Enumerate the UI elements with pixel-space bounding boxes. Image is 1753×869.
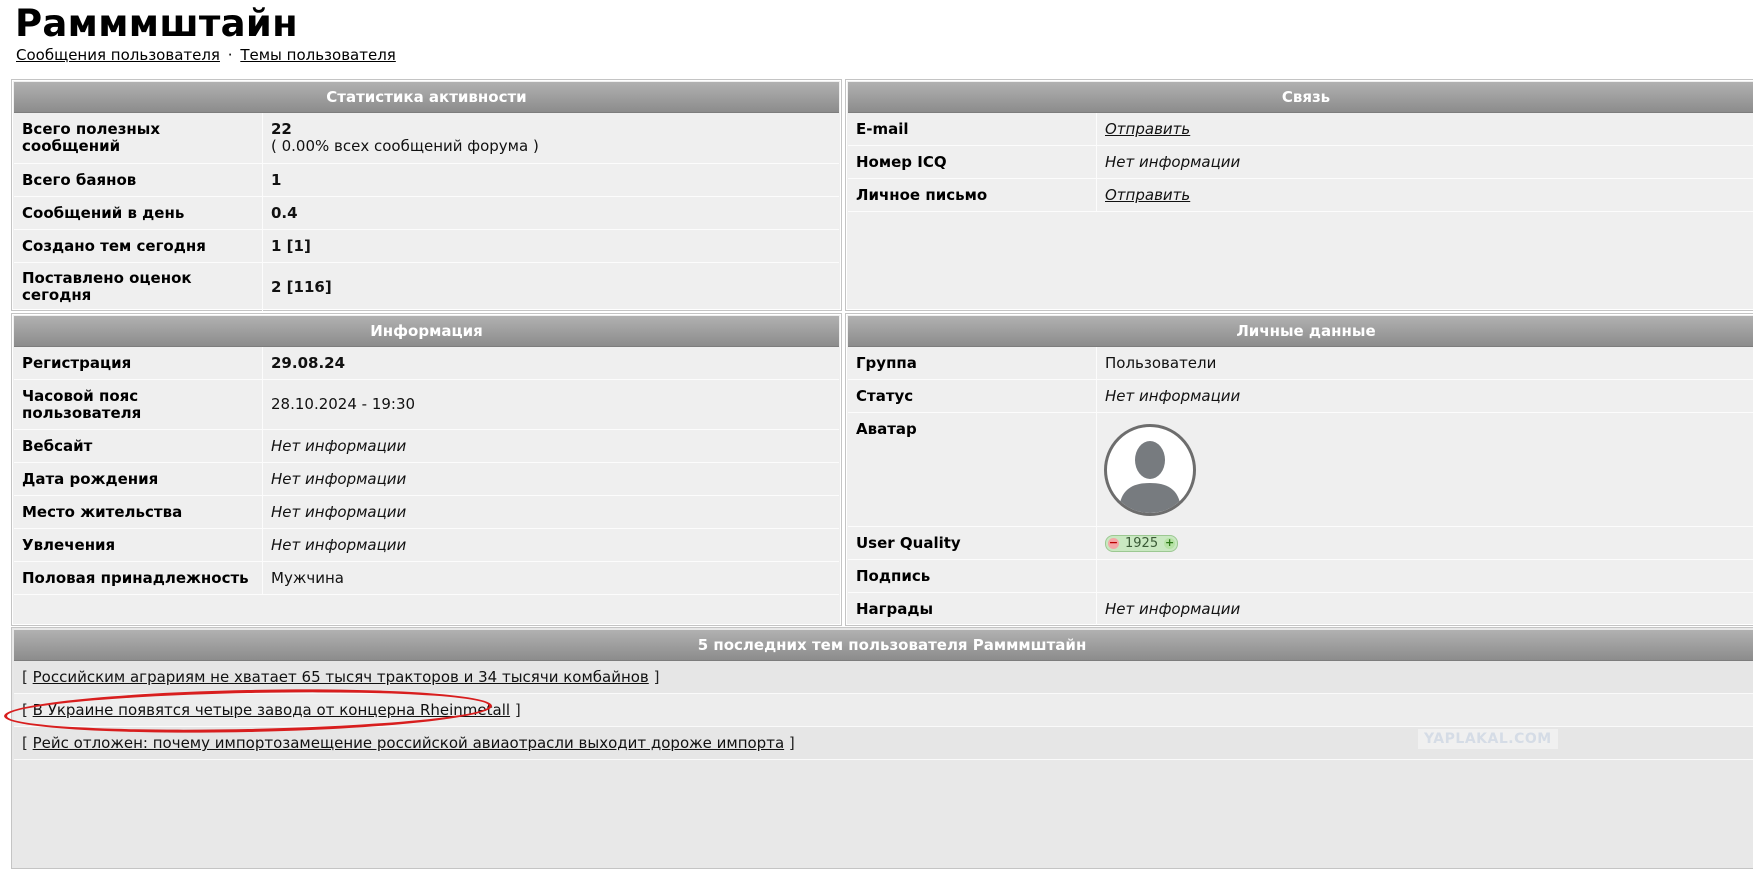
- table-row: Поставлено оценок сегодня 2 [116]: [14, 263, 839, 311]
- table-row: Всего баянов 1: [14, 164, 839, 197]
- row-value: 2 [116]: [271, 277, 332, 296]
- table-row: Дата рождения Нет информации: [14, 463, 839, 496]
- send-pm-link[interactable]: Отправить: [1105, 186, 1190, 204]
- row-label: Награды: [848, 593, 1097, 625]
- avatar: [1104, 423, 1196, 516]
- row-label: Статус: [848, 380, 1097, 412]
- bracket-close: ]: [788, 734, 795, 752]
- table-row: Регистрация 29.08.24: [14, 347, 839, 380]
- row-value: Нет информации: [1105, 152, 1241, 171]
- list-item: [ Российским аграриям не хватает 65 тыся…: [14, 661, 1753, 694]
- row-value: 1: [271, 170, 282, 189]
- topic-link[interactable]: Рейс отложен: почему импортозамещение ро…: [33, 734, 785, 752]
- contact-header: Связь: [848, 82, 1753, 113]
- table-row: Сообщений в день 0.4: [14, 197, 839, 230]
- row-label: Аватар: [848, 413, 1097, 526]
- row-label: Увлечения: [14, 529, 263, 561]
- table-row: Создано тем сегодня 1 [1]: [14, 230, 839, 263]
- row-value: Нет информации: [271, 502, 407, 521]
- row-value: Отправить: [1097, 113, 1753, 145]
- send-email-link[interactable]: Отправить: [1105, 120, 1190, 138]
- row-label: Регистрация: [14, 347, 263, 379]
- topic-link[interactable]: В Украине появятся четыре завода от конц…: [33, 701, 510, 719]
- row-label: Дата рождения: [14, 463, 263, 495]
- row-label: Половая принадлежность: [14, 562, 263, 594]
- bracket-close: ]: [653, 668, 660, 686]
- bracket-open: [: [22, 701, 28, 719]
- info-panel: Информация Регистрация 29.08.24 Часовой …: [11, 313, 842, 626]
- row-label: E-mail: [848, 113, 1097, 145]
- row-label: Поставлено оценок сегодня: [14, 263, 263, 311]
- row-value: Нет информации: [1105, 599, 1241, 618]
- row-label: Сообщений в день: [14, 197, 263, 229]
- row-value: Пользователи: [1105, 353, 1217, 372]
- rate-down-button[interactable]: −: [1108, 537, 1119, 549]
- table-row: Статус Нет информации: [848, 380, 1753, 413]
- row-label: Создано тем сегодня: [14, 230, 263, 262]
- contact-panel: Связь E-mail Отправить Номер ICQ Нет инф…: [845, 79, 1753, 311]
- recent-topics-header: 5 последних тем пользователя Рамммштайн: [14, 630, 1753, 661]
- table-row: Личное письмо Отправить: [848, 179, 1753, 212]
- row-value: Нет информации: [271, 469, 407, 488]
- row-value: 29.08.24: [271, 353, 346, 372]
- user-topics-link[interactable]: Темы пользователя: [240, 46, 396, 64]
- row-value: 28.10.2024 - 19:30: [271, 395, 416, 413]
- row-value: 1 [1]: [271, 236, 311, 255]
- row-value: 22 ( 0.00% всех сообщений форума ): [263, 113, 839, 163]
- user-links: Сообщения пользователя · Темы пользовате…: [16, 46, 396, 64]
- table-row: Часовой пояс пользователя 28.10.2024 - 1…: [14, 380, 839, 430]
- row-value: [1097, 413, 1753, 526]
- row-value: 0.4: [271, 203, 298, 222]
- table-row: Вебсайт Нет информации: [14, 430, 839, 463]
- activity-panel: Статистика активности Всего полезных соо…: [11, 79, 842, 311]
- row-value: Отправить: [1097, 179, 1753, 211]
- bracket-close: ]: [514, 701, 521, 719]
- table-row: E-mail Отправить: [848, 113, 1753, 146]
- useful-posts-percent: ( 0.00% всех сообщений форума ): [271, 137, 539, 155]
- row-label: Часовой пояс пользователя: [14, 380, 263, 429]
- row-label: Личное письмо: [848, 179, 1097, 211]
- table-row: Половая принадлежность Мужчина: [14, 562, 839, 595]
- row-label: Номер ICQ: [848, 146, 1097, 178]
- user-quality-badge: − 1925 +: [1105, 534, 1179, 552]
- row-label: Вебсайт: [14, 430, 263, 462]
- row-label: User Quality: [848, 527, 1097, 559]
- table-row: Аватар: [848, 413, 1753, 527]
- watermark: YAPLAKAL.COM: [1418, 729, 1558, 749]
- row-value: [1097, 560, 1753, 592]
- topic-link[interactable]: Российским аграриям не хватает 65 тысяч …: [33, 668, 649, 686]
- row-label: Группа: [848, 347, 1097, 379]
- row-label: Место жительства: [14, 496, 263, 528]
- info-header: Информация: [14, 316, 839, 347]
- personal-panel: Личные данные Группа Пользователи Статус…: [845, 313, 1753, 626]
- activity-header: Статистика активности: [14, 82, 839, 113]
- row-label: Подпись: [848, 560, 1097, 592]
- bracket-open: [: [22, 734, 28, 752]
- bracket-open: [: [22, 668, 28, 686]
- row-label: Всего баянов: [14, 164, 263, 196]
- user-quality-value: 1925: [1125, 535, 1159, 551]
- rate-up-button[interactable]: +: [1164, 537, 1176, 549]
- table-row: Подпись: [848, 560, 1753, 593]
- table-row: Награды Нет информации: [848, 593, 1753, 625]
- row-label: Всего полезных сообщений: [14, 113, 263, 163]
- list-item: [ В Украине появятся четыре завода от ко…: [14, 694, 1753, 727]
- row-value: Нет информации: [1105, 386, 1241, 405]
- table-row: Группа Пользователи: [848, 347, 1753, 380]
- table-row: Место жительства Нет информации: [14, 496, 839, 529]
- user-silhouette-icon: [1119, 440, 1181, 513]
- table-row: Номер ICQ Нет информации: [848, 146, 1753, 179]
- row-value: − 1925 +: [1097, 527, 1753, 559]
- user-posts-link[interactable]: Сообщения пользователя: [16, 46, 220, 64]
- page-title: Рамммштайн: [15, 2, 299, 45]
- row-value: Мужчина: [271, 568, 344, 587]
- table-row: Увлечения Нет информации: [14, 529, 839, 562]
- row-value: Нет информации: [271, 535, 407, 554]
- row-value: Нет информации: [271, 436, 407, 455]
- table-row: User Quality − 1925 +: [848, 527, 1753, 560]
- useful-posts-count: 22: [271, 120, 292, 138]
- link-separator: ·: [227, 46, 233, 64]
- table-row: Всего полезных сообщений 22 ( 0.00% всех…: [14, 113, 839, 164]
- personal-header: Личные данные: [848, 316, 1753, 347]
